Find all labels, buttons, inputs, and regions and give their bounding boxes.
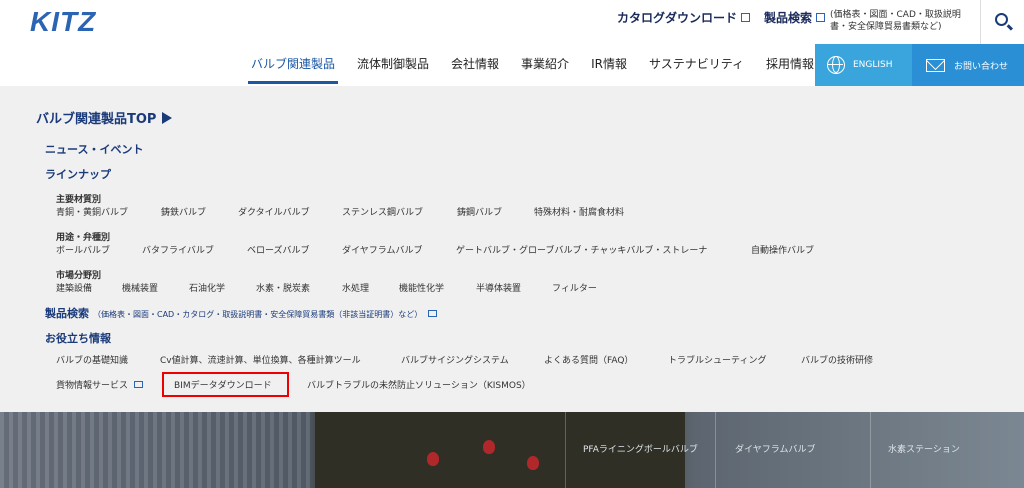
- nav-ir[interactable]: IR情報: [580, 44, 638, 86]
- kitz-logo[interactable]: KITZ: [30, 6, 96, 38]
- usage-link-butterfly[interactable]: バタフライバルブ: [142, 243, 214, 256]
- market-link-filter[interactable]: フィルター: [552, 281, 597, 294]
- product-search-note: (価格表・図面・CAD・取扱説明書・安全保障貿易書類など): [830, 10, 961, 32]
- useful-link-faq[interactable]: よくある質問（FAQ）: [544, 353, 633, 366]
- banner-divider: [870, 412, 871, 488]
- usage-link-gate-globe[interactable]: ゲートバルブ・グローブバルブ・チャッキバルブ・ストレーナ: [456, 243, 707, 256]
- product-search-link[interactable]: 製品検索: [764, 9, 826, 26]
- usage-link-diaphragm[interactable]: ダイヤフラムバルブ: [342, 243, 422, 256]
- product-search-menu-label: 製品検索: [45, 307, 89, 320]
- market-heading: 市場分野別: [56, 271, 102, 281]
- useful-link-calc-tools[interactable]: Cv値計算、流速計算、単位換算、各種計算ツール: [160, 353, 361, 366]
- arrow-right-icon: [162, 112, 173, 124]
- banner-divider: [715, 412, 716, 488]
- product-search-label: 製品検索: [764, 11, 813, 25]
- hero-banner: PFAライニングボールバルブ ダイヤフラムバルブ 水素ステーション: [0, 412, 1024, 488]
- market-link-hydrogen[interactable]: 水素・脱炭素: [256, 281, 310, 294]
- material-link-cast-iron[interactable]: 鋳鉄バルブ: [161, 205, 206, 218]
- external-link-icon: [741, 13, 751, 22]
- lineup-link[interactable]: ラインナップ: [45, 166, 111, 182]
- market-link-water[interactable]: 水処理: [342, 281, 369, 294]
- product-search-menu-note: （価格表・図面・CAD・カタログ・取扱説明書・安全保障貿易書類（非該当証明書）な…: [93, 310, 423, 319]
- strawberry-shape: [427, 452, 439, 466]
- search-button[interactable]: [980, 0, 1024, 44]
- strawberry-shape: [483, 440, 495, 454]
- site-header: KITZ カタログダウンロード 製品検索 (価格表・図面・CAD・取扱説明書・安…: [0, 0, 1024, 86]
- market-link-machinery[interactable]: 機械装置: [122, 281, 158, 294]
- material-link-special[interactable]: 特殊材料・耐腐食材料: [534, 205, 624, 218]
- material-link-cast-steel[interactable]: 鋳鋼バルブ: [457, 205, 502, 218]
- globe-icon: [827, 56, 845, 74]
- useful-link-sizing-system[interactable]: バルブサイジングシステム: [401, 353, 509, 366]
- material-link-ductile[interactable]: ダクタイルバルブ: [238, 205, 310, 218]
- material-link-bronze[interactable]: 青銅・黄銅バルブ: [56, 205, 128, 218]
- news-events-link[interactable]: ニュース・イベント: [45, 141, 143, 157]
- useful-link-kismos[interactable]: バルブトラブルの未然防止ソリューション（KISMOS）: [307, 378, 531, 391]
- material-heading: 主要材質別: [56, 195, 102, 205]
- material-link-stainless[interactable]: ステンレス鋼バルブ: [342, 205, 423, 218]
- search-icon: [995, 13, 1008, 26]
- useful-info-heading[interactable]: お役立ち情報: [45, 330, 111, 346]
- catalog-download-label: カタログダウンロード: [617, 11, 738, 25]
- nav-sustainability[interactable]: サステナビリティ: [638, 44, 755, 86]
- english-button[interactable]: ENGLISH: [815, 44, 912, 86]
- new-window-icon: [134, 381, 144, 388]
- useful-link-cargo-info[interactable]: 貨物情報サービス: [56, 378, 144, 391]
- contact-label: お問い合わせ: [954, 61, 1009, 72]
- useful-link-troubleshooting[interactable]: トラブルシューティング: [668, 353, 766, 366]
- valve-products-top-label: バルブ関連製品TOP: [36, 112, 157, 127]
- useful-link-valve-basics[interactable]: バルブの基礎知識: [56, 353, 128, 366]
- market-link-semiconductor[interactable]: 半導体装置: [476, 281, 521, 294]
- market-link-building[interactable]: 建築設備: [56, 281, 92, 294]
- mega-menu: バルブ関連製品TOP ニュース・イベント ラインナップ 主要材質別 青銅・黄銅バ…: [0, 86, 1024, 412]
- usage-link-bellows[interactable]: ベローズバルブ: [247, 243, 310, 256]
- english-label: ENGLISH: [853, 60, 893, 70]
- useful-link-training[interactable]: バルブの技術研修: [801, 353, 873, 366]
- city-image: [0, 412, 315, 488]
- external-link-icon: [816, 13, 826, 22]
- nav-company[interactable]: 会社情報: [440, 44, 510, 86]
- usage-heading: 用途・弁種別: [56, 233, 111, 243]
- strawberry-shape: [527, 456, 539, 470]
- nav-fluid-control[interactable]: 流体制御製品: [346, 44, 440, 86]
- usage-link-automated[interactable]: 自動操作バルブ: [751, 243, 814, 256]
- usage-link-ball[interactable]: ボールバルブ: [56, 243, 110, 256]
- banner-label-pfa[interactable]: PFAライニングボールバルブ: [583, 442, 698, 455]
- cargo-info-label: 貨物情報サービス: [56, 381, 129, 391]
- banner-label-hydrogen[interactable]: 水素ステーション: [888, 442, 960, 455]
- mail-icon: [926, 58, 945, 72]
- main-nav: バルブ関連製品 流体制御製品 会社情報 事業紹介 IR情報 サステナビリティ 採…: [240, 44, 825, 86]
- market-link-functional-chem[interactable]: 機能性化学: [399, 281, 444, 294]
- nav-valve-products[interactable]: バルブ関連製品: [240, 44, 346, 86]
- banner-label-diaphragm[interactable]: ダイヤフラムバルブ: [735, 442, 815, 455]
- valve-products-top-link[interactable]: バルブ関連製品TOP: [36, 108, 173, 127]
- catalog-download-link[interactable]: カタログダウンロード: [617, 9, 751, 26]
- nav-business[interactable]: 事業紹介: [510, 44, 580, 86]
- market-link-petrochem[interactable]: 石油化学: [189, 281, 225, 294]
- bim-download-highlight: [162, 372, 289, 397]
- banner-divider: [565, 412, 566, 488]
- product-search-menu-link[interactable]: 製品検索 （価格表・図面・CAD・カタログ・取扱説明書・安全保障貿易書類（非該当証…: [45, 305, 438, 321]
- contact-button[interactable]: お問い合わせ: [912, 44, 1024, 86]
- new-window-icon: [428, 310, 438, 317]
